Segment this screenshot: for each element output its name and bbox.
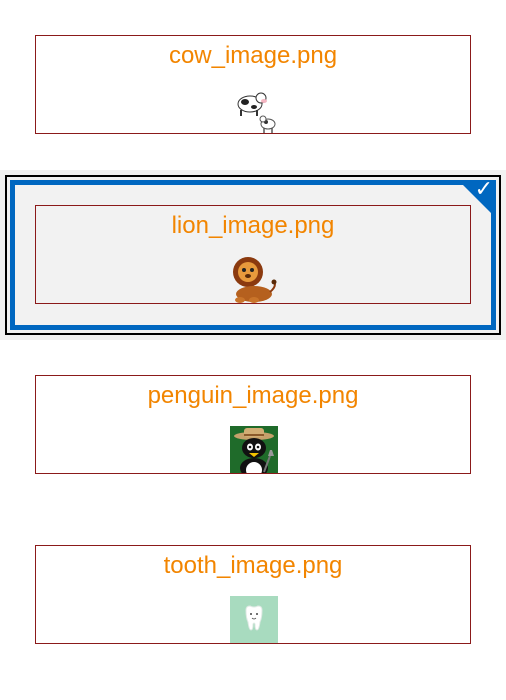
list-item-cow[interactable]: cow_image.png bbox=[0, 0, 506, 170]
tooth-icon bbox=[230, 596, 278, 643]
list-item-lion[interactable]: ✓ lion_image.png bbox=[0, 170, 506, 340]
list-item-tooth[interactable]: tooth_image.png bbox=[0, 510, 506, 680]
image-filename: lion_image.png bbox=[171, 212, 335, 239]
penguin-icon bbox=[230, 426, 278, 473]
lion-icon bbox=[230, 256, 278, 303]
image-card: tooth_image.png bbox=[35, 545, 471, 644]
image-filename: cow_image.png bbox=[168, 42, 338, 69]
image-card: penguin_image.png bbox=[35, 375, 471, 474]
image-list: cow_image.png ✓ lion_image.png penguin_i… bbox=[0, 0, 506, 700]
image-card: lion_image.png bbox=[35, 205, 471, 304]
image-filename: tooth_image.png bbox=[163, 552, 343, 579]
cow-icon bbox=[230, 86, 278, 133]
list-item-penguin[interactable]: penguin_image.png bbox=[0, 340, 506, 510]
image-filename: penguin_image.png bbox=[147, 382, 359, 409]
image-card: cow_image.png bbox=[35, 35, 471, 134]
checkmark-icon: ✓ bbox=[474, 177, 493, 202]
